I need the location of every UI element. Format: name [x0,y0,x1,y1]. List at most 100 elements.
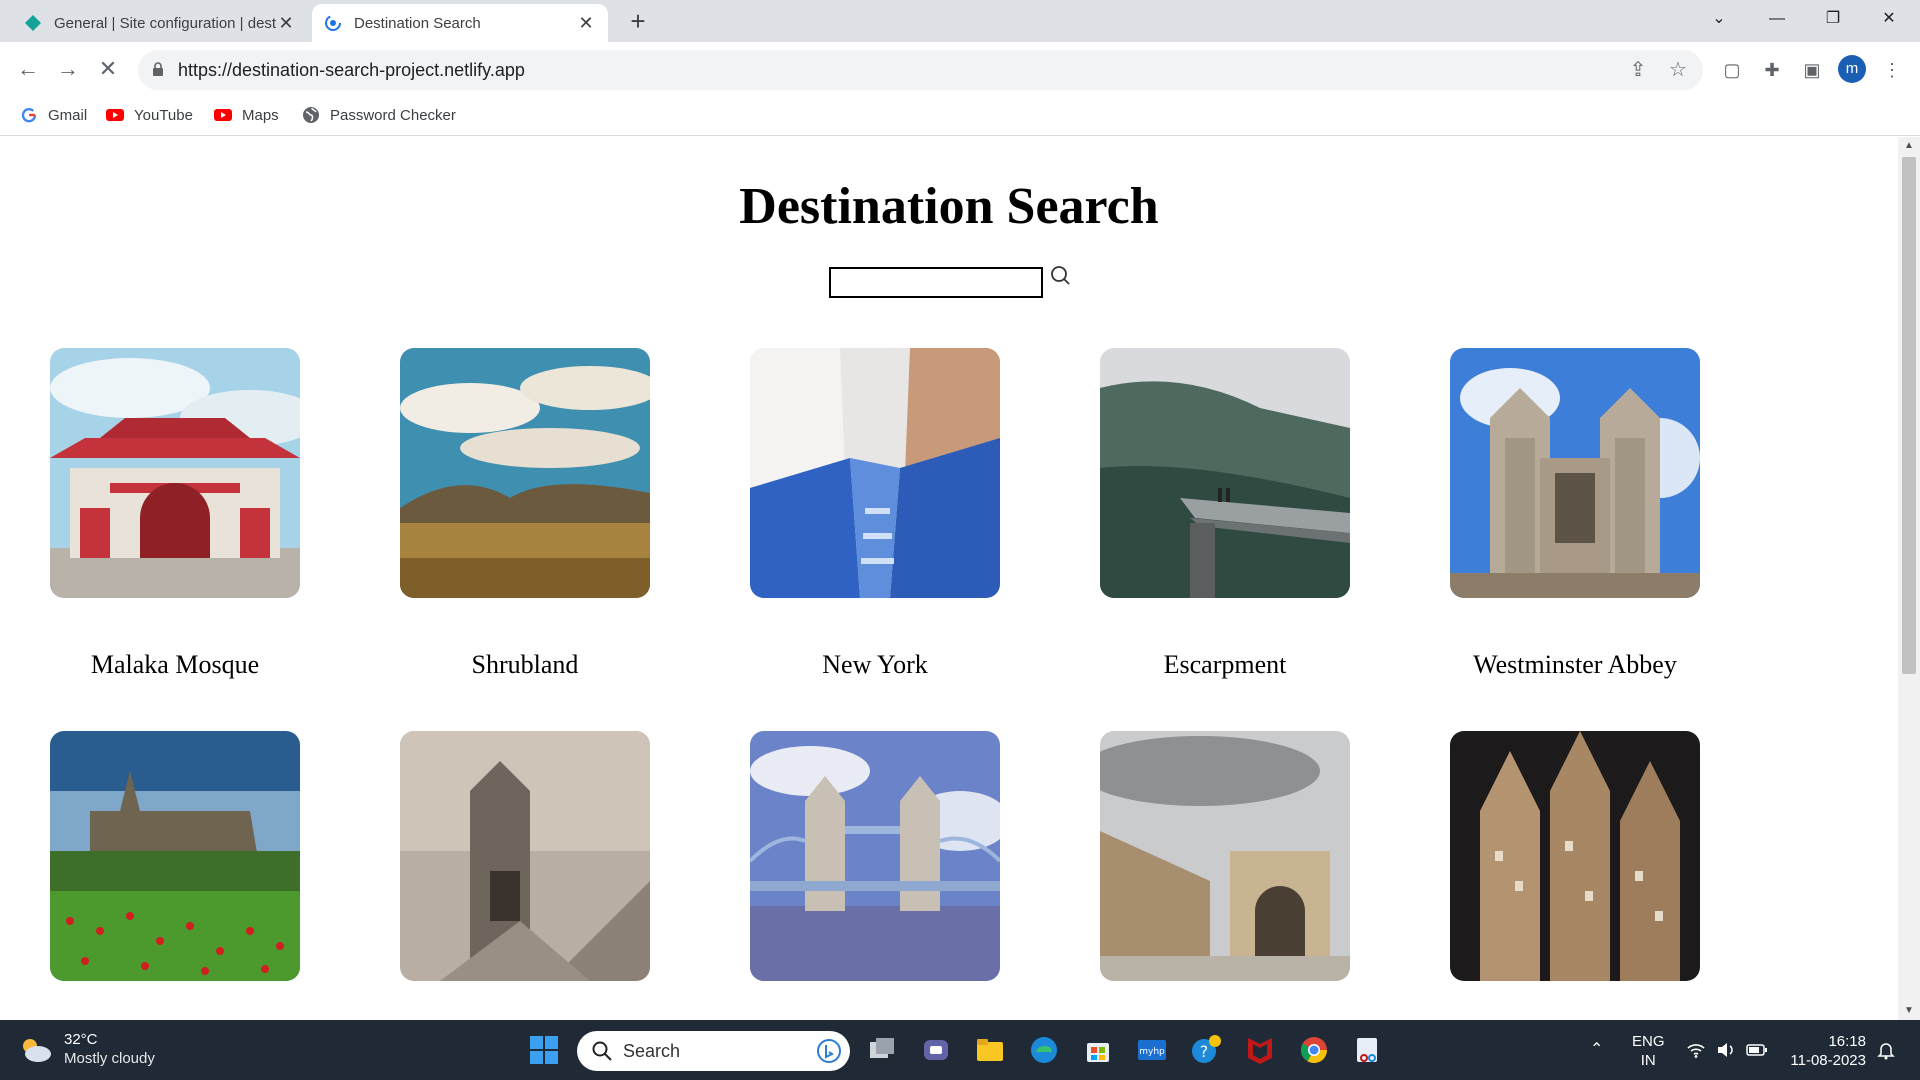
loading-spinner-icon [325,15,341,31]
wifi-icon[interactable] [1686,1040,1706,1060]
stop-loading-button[interactable]: ✕ [94,56,122,84]
task-view-icon[interactable] [866,1034,898,1066]
destination-image[interactable] [400,731,650,981]
google-icon [21,108,37,123]
bookmark-label: Maps [242,106,279,124]
clock-time: 16:18 [1828,1033,1866,1050]
destination-card[interactable] [750,731,1000,981]
address-bar[interactable]: https://destination-search-project.netli… [138,50,1703,90]
weather-widget[interactable]: 32°C Mostly cloudy [18,1030,155,1068]
notification-bell-icon[interactable] [1876,1040,1896,1060]
close-tab-icon[interactable]: ✕ [576,13,596,34]
bing-icon[interactable] [816,1038,842,1064]
destination-image[interactable] [50,731,300,981]
teams-chat-icon[interactable] [920,1034,952,1066]
tab-site-configuration[interactable]: General | Site configuration | dest ✕ [12,4,308,42]
destination-card[interactable]: Malaka Mosque [50,348,300,679]
url-text[interactable]: https://destination-search-project.netli… [178,60,525,81]
extension-placeholder-icon[interactable]: ▢ [1718,56,1746,84]
share-icon[interactable]: ⇪ [1626,58,1650,82]
page-content: Destination Search Malaka Mosque Shrubla… [0,137,1898,1020]
bookmark-gmail[interactable]: Gmail [20,106,87,124]
edge-icon[interactable] [1028,1034,1060,1066]
destination-card[interactable]: Shrubland [400,348,650,679]
bookmark-label: Gmail [48,106,88,124]
destination-image[interactable] [1450,348,1700,598]
windows-start-icon[interactable] [528,1034,560,1066]
bookmark-label: Password Checker [330,106,456,124]
language-code: ENG [1632,1033,1665,1050]
microsoft-store-icon[interactable] [1082,1034,1114,1066]
minimize-button[interactable]: — [1752,0,1802,38]
bookmark-youtube[interactable]: YouTube [106,106,193,124]
youtube-icon [214,109,232,121]
close-tab-icon[interactable]: ✕ [276,13,296,34]
destination-image[interactable] [750,731,1000,981]
mcafee-icon[interactable] [1244,1034,1276,1066]
destination-image[interactable] [1450,731,1700,981]
scrollbar-thumb[interactable] [1902,157,1916,674]
search-icon[interactable] [1048,263,1072,289]
destination-card[interactable] [400,731,650,981]
destination-card[interactable]: Escarpment [1100,348,1350,679]
restore-button[interactable]: ❐ [1808,0,1858,38]
tab-title: General | Site configuration | dest [54,14,276,32]
destination-card[interactable]: New York [750,348,1000,679]
destination-card[interactable] [50,731,300,981]
destination-card[interactable]: Westminster Abbey [1450,348,1700,679]
youtube-icon [106,109,124,121]
cloudy-weather-icon [23,1039,51,1062]
weather-temperature: 32°C [64,1031,98,1048]
language-indicator[interactable]: ENG IN [1632,1032,1665,1070]
clock-date: 11-08-2023 [1790,1052,1866,1069]
globe-icon [303,107,319,123]
bookmark-password-checker[interactable]: Password Checker [302,106,456,124]
more-menu-icon[interactable]: ⋮ [1878,56,1906,84]
destination-name: Escarpment [1163,650,1287,679]
tab-search-chevron-icon[interactable]: ⌄ [1694,0,1744,38]
svg-text:myhp: myhp [1139,1047,1165,1057]
search-input[interactable] [829,267,1043,298]
search-icon [592,1041,612,1061]
scroll-down-arrow-icon[interactable]: ▼ [1898,1005,1920,1016]
puzzle-extensions-icon[interactable]: ✚ [1758,56,1786,84]
destination-name: Westminster Abbey [1473,650,1677,679]
scroll-up-arrow-icon[interactable]: ▲ [1898,140,1920,151]
destination-image[interactable] [400,348,650,598]
snipping-tool-icon[interactable] [1352,1034,1384,1066]
toolbar: ← → ✕ https://destination-search-project… [0,42,1920,96]
back-button[interactable]: ← [14,56,42,84]
close-window-button[interactable]: ✕ [1864,0,1914,38]
destination-name: New York [822,650,928,679]
destination-card[interactable] [1100,731,1350,981]
page-scrollbar[interactable]: ▲ ▼ [1898,137,1920,1020]
destination-image[interactable] [1100,731,1350,981]
weather-condition: Mostly cloudy [64,1050,155,1067]
destination-image[interactable] [50,348,300,598]
destination-card[interactable] [1450,731,1700,981]
bookmark-maps[interactable]: Maps [214,106,279,124]
destination-image[interactable] [750,348,1000,598]
bookmarks-bar: Gmail YouTube Maps Password Checker [0,96,1920,136]
bookmark-star-icon[interactable]: ☆ [1666,58,1690,82]
tab-destination-search[interactable]: Destination Search ✕ [312,4,608,42]
forward-button[interactable]: → [54,56,82,84]
new-tab-button[interactable]: + [622,6,654,38]
clock[interactable]: 16:18 11-08-2023 [1786,1032,1866,1070]
file-explorer-icon[interactable] [974,1034,1006,1066]
page-title: Destination Search [739,178,1159,235]
chrome-icon[interactable] [1298,1034,1330,1066]
taskbar: 32°C Mostly cloudy Search myhp ? ⌃ ENG I… [0,1020,1920,1080]
volume-icon[interactable] [1716,1040,1736,1060]
show-hidden-icons-chevron-icon[interactable]: ⌃ [1590,1040,1603,1059]
destination-name: Malaka Mosque [90,650,260,679]
myhp-icon[interactable]: myhp [1136,1034,1168,1066]
battery-icon[interactable] [1746,1040,1768,1060]
tab-strip: General | Site configuration | dest ✕ De… [0,0,1920,42]
taskbar-search[interactable]: Search [577,1031,850,1071]
get-help-icon[interactable]: ? [1190,1034,1222,1066]
side-panel-icon[interactable]: ▣ [1798,56,1826,84]
destination-image[interactable] [1100,348,1350,598]
profile-avatar[interactable]: m [1838,55,1866,83]
svg-text:?: ? [1200,1042,1209,1061]
